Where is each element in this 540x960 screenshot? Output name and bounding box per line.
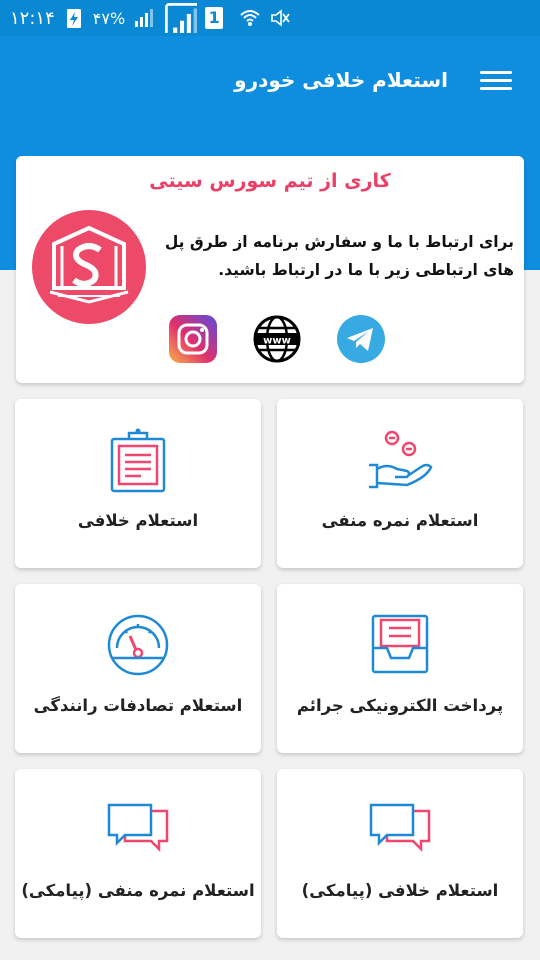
chat-bubbles-icon — [369, 803, 431, 853]
tile-negative-points-sms[interactable]: استعلام نمره منفی (پیامکی) — [15, 769, 261, 938]
contact-body: برای ارتباط با ما و سفارش برنامه از طرق … — [164, 233, 514, 279]
menu-button[interactable] — [480, 66, 512, 94]
source-city-logo — [32, 210, 146, 324]
chat-bubbles-icon — [107, 803, 169, 853]
tile-violations[interactable]: استعلام خلافی — [15, 399, 261, 568]
tile-accidents[interactable]: استعلام تصادفات رانندگی — [15, 584, 261, 753]
wifi-icon — [240, 10, 260, 26]
tile-label: استعلام نمره منفی — [321, 511, 479, 530]
charging-icon — [66, 9, 81, 28]
sim-indicator: 1 — [205, 7, 224, 29]
telegram-icon[interactable] — [336, 314, 386, 364]
menu-icon-line — [480, 79, 512, 82]
tile-label: پرداخت الکترونیکی جرائم — [296, 696, 504, 715]
contact-title: کاری از تیم سورس سیتی — [149, 170, 391, 192]
tile-electronic-payment[interactable]: پرداخت الکترونیکی جرائم — [277, 584, 523, 753]
svg-text:www: www — [263, 336, 291, 347]
menu-icon-line — [480, 87, 512, 90]
tile-label: استعلام خلافی — [77, 511, 199, 530]
clipboard-icon — [110, 428, 166, 493]
tile-label: استعلام نمره منفی (پیامکی) — [21, 881, 255, 900]
hand-coins-icon — [369, 430, 433, 489]
menu-icon-line — [480, 71, 512, 74]
gauge-icon — [107, 614, 169, 676]
app-title: استعلام خلافی خودرو — [234, 68, 448, 92]
contact-card: کاری از تیم سورس سیتی برای ارتباط با ما … — [16, 156, 524, 383]
tile-violations-sms[interactable]: استعلام خلافی (پیامکی) — [277, 769, 523, 938]
inbox-tray-icon — [371, 614, 429, 674]
www-icon[interactable]: www — [252, 314, 302, 364]
signal-icon-2 — [165, 3, 198, 33]
tile-label: استعلام تصادفات رانندگی — [33, 696, 243, 715]
mute-icon — [271, 9, 290, 27]
tile-negative-points[interactable]: استعلام نمره منفی — [277, 399, 523, 568]
status-bar: ۱۲:۱۴ ۴۷% 1 — [0, 0, 540, 36]
status-time: ۱۲:۱۴ — [10, 7, 55, 29]
tile-label: استعلام خلافی (پیامکی) — [301, 881, 499, 900]
signal-icon — [135, 9, 154, 27]
battery-percent: ۴۷% — [92, 8, 126, 28]
instagram-icon[interactable] — [168, 314, 218, 364]
